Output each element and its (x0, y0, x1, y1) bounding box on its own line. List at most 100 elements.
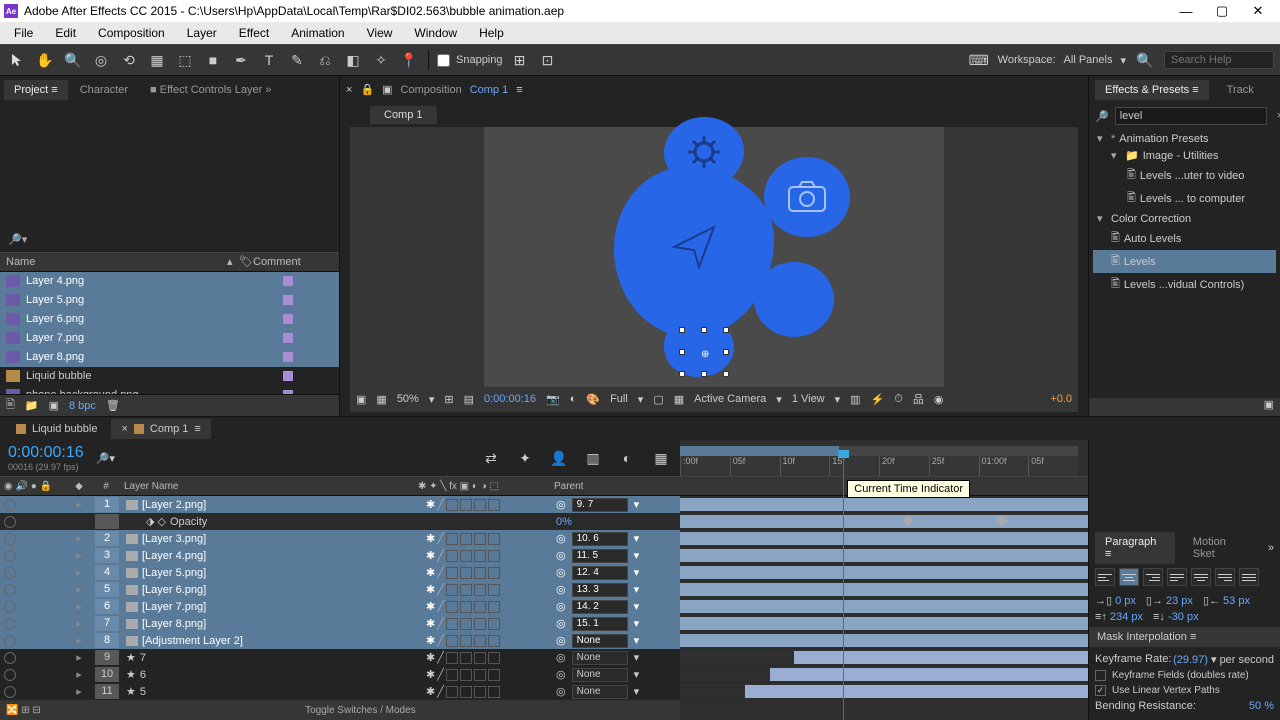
collapse-switch[interactable]: ╱ (437, 549, 444, 562)
frame-blend-switch[interactable] (474, 669, 486, 681)
menu-composition[interactable]: Composition (88, 24, 175, 42)
motion-blur-switch[interactable] (488, 567, 500, 579)
ruler-tick[interactable]: 25f (929, 456, 979, 476)
layer-duration-bar[interactable] (680, 600, 1088, 613)
fx-switch[interactable] (460, 618, 472, 630)
viewer-timecode[interactable]: 0:00:00:16 (484, 393, 536, 405)
shy-switch[interactable]: ✱ (426, 583, 435, 596)
layer-duration-bar[interactable] (794, 651, 1088, 664)
project-item[interactable]: phone background.png (0, 386, 339, 395)
selection-handles[interactable]: ⊕ (679, 327, 729, 377)
frame-blend-switch[interactable] (474, 567, 486, 579)
timeline-layer-row[interactable]: ▸ 1 [Layer 2.png] ✱ ╱ ◎9. 7▾ (0, 496, 680, 513)
view-count-dropdown[interactable]: 1 View (792, 393, 825, 405)
label-swatch[interactable] (283, 371, 293, 381)
layer-duration-bar[interactable] (680, 617, 1088, 630)
expand-icon[interactable]: 🔀 ⊞ ⊟ (0, 705, 41, 716)
pixel-aspect-icon[interactable]: ▥ (850, 393, 860, 406)
quality-switch[interactable] (446, 499, 458, 511)
menu-layer[interactable]: Layer (177, 24, 227, 42)
menu-window[interactable]: Window (404, 24, 467, 42)
motion-blur-switch[interactable] (488, 635, 500, 647)
fx-switch[interactable] (460, 669, 472, 681)
fx-switch[interactable] (460, 567, 472, 579)
shy-switch[interactable]: ✱ (426, 600, 435, 613)
clone-tool-icon[interactable]: ⎌ (314, 49, 336, 71)
timeline-layer-row[interactable]: ▸ 7 [Layer 8.png] ✱ ╱ ◎15. 1▾ (0, 615, 680, 632)
work-area-bar[interactable] (680, 446, 1078, 456)
parent-dropdown[interactable]: 12. 4 (572, 566, 628, 580)
timeline-layer-row[interactable]: ▸ 8 [Adjustment Layer 2] ✱ ╱ ◎None▾ (0, 632, 680, 649)
pickwhip-icon[interactable]: ◎ (556, 583, 566, 596)
justify-all-button[interactable] (1239, 568, 1259, 586)
twirl-icon[interactable]: ▸ (64, 498, 94, 511)
project-column-comment[interactable]: Comment (253, 256, 333, 268)
timeline-tab-liquid-bubble[interactable]: Liquid bubble (6, 419, 107, 439)
keyboard-icon[interactable]: ⌨ (968, 49, 990, 71)
effects-search-input[interactable] (1115, 107, 1267, 125)
track-row[interactable] (680, 666, 1088, 683)
keyframe-fields-checkbox[interactable] (1095, 670, 1106, 681)
close-button[interactable]: ✕ (1240, 0, 1276, 22)
snap-opt1-icon[interactable]: ⊞ (509, 49, 531, 71)
pickwhip-icon[interactable]: ◎ (556, 617, 566, 630)
collapse-switch[interactable]: ╱ (437, 532, 444, 545)
toggle-switches-modes[interactable]: Toggle Switches / Modes (305, 705, 416, 716)
align-center-button[interactable] (1119, 568, 1139, 586)
type-tool-icon[interactable]: T (258, 49, 280, 71)
frame-blend-icon[interactable]: ▥ (582, 447, 604, 469)
orbit-tool-icon[interactable]: ◎ (90, 49, 112, 71)
layer-duration-bar[interactable] (680, 566, 1088, 579)
motion-blur-switch[interactable] (488, 584, 500, 596)
zoom-tool-icon[interactable]: 🔍 (62, 49, 84, 71)
more-panels-icon[interactable]: » (1268, 542, 1274, 554)
fast-preview-icon[interactable]: ⚡ (871, 393, 885, 406)
zoom-dropdown[interactable]: 50% (397, 393, 419, 405)
shy-switch[interactable]: ✱ (426, 566, 435, 579)
chevron-down-icon[interactable]: ▾ (1120, 54, 1126, 67)
layer-duration-bar[interactable] (680, 498, 1088, 511)
motion-blur-switch[interactable] (488, 669, 500, 681)
collapse-switch[interactable]: ╱ (437, 498, 444, 511)
grid-icon[interactable]: ⊞ (444, 393, 453, 406)
ruler-tick[interactable]: 05f (1028, 456, 1078, 476)
pickwhip-icon[interactable]: ◎ (556, 685, 566, 698)
mask-interpolation-header[interactable]: Mask Interpolation ≡ (1089, 627, 1280, 647)
tree-preset-levels-computer[interactable]: 🖺 Levels ... to computer (1093, 187, 1276, 210)
collapse-switch[interactable]: ╱ (437, 668, 444, 681)
visibility-toggle[interactable] (4, 652, 16, 664)
magnification-icon[interactable]: ▦ (376, 393, 386, 406)
draft-3d-icon[interactable]: ✦ (514, 447, 536, 469)
graph-editor-icon[interactable]: ▦ (650, 447, 672, 469)
project-item[interactable]: Layer 5.png (0, 291, 339, 310)
pan-behind-icon[interactable]: ⬚ (174, 49, 196, 71)
shape-tool-icon[interactable]: ■ (202, 49, 224, 71)
timeline-layer-row[interactable]: ▸ 5 [Layer 6.png] ✱ ╱ ◎13. 3▾ (0, 581, 680, 598)
justify-center-button[interactable] (1191, 568, 1211, 586)
keyframe-rate-value[interactable]: (29.97) (1173, 654, 1208, 666)
collapse-switch[interactable]: ╱ (437, 634, 444, 647)
ruler-tick[interactable]: 20f (879, 456, 929, 476)
fx-switch[interactable] (460, 652, 472, 664)
pickwhip-icon[interactable]: ◎ (556, 600, 566, 613)
track-row[interactable] (680, 564, 1088, 581)
shy-switch[interactable]: ✱ (426, 634, 435, 647)
layer-duration-bar[interactable] (680, 549, 1088, 562)
twirl-icon[interactable]: ▸ (64, 566, 94, 579)
label-swatch[interactable] (283, 333, 293, 343)
track-row[interactable] (680, 496, 1088, 513)
align-left-button[interactable] (1095, 568, 1115, 586)
label-swatch[interactable] (283, 314, 293, 324)
linear-vertex-checkbox[interactable]: ✓ (1095, 685, 1106, 696)
parent-dropdown[interactable]: 11. 5 (572, 549, 628, 563)
tree-preset-levels-video[interactable]: 🖺 Levels ...uter to video (1093, 164, 1276, 187)
menu-effect[interactable]: Effect (229, 24, 279, 42)
layer-duration-bar[interactable] (680, 515, 1088, 528)
layer-duration-bar[interactable] (680, 583, 1088, 596)
quality-switch[interactable] (446, 669, 458, 681)
hand-tool-icon[interactable]: ✋ (34, 49, 56, 71)
label-swatch[interactable] (283, 352, 293, 362)
maximize-button[interactable]: ▢ (1204, 0, 1240, 22)
tree-fx-levels-individual[interactable]: 🖺 Levels ...vidual Controls) (1093, 273, 1276, 296)
comp-mini-flowchart-icon[interactable]: ⇄ (480, 447, 502, 469)
